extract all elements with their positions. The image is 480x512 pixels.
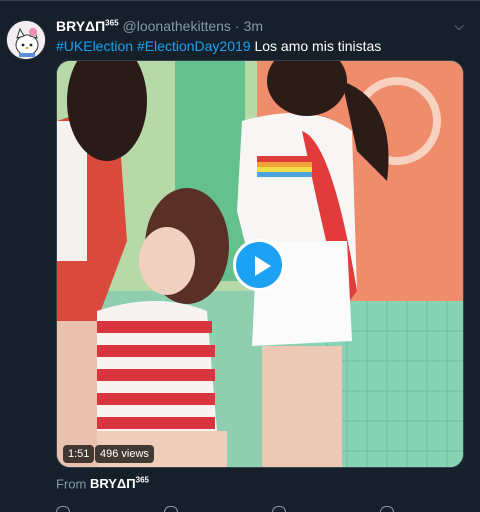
play-icon[interactable] — [233, 239, 285, 291]
chevron-down-icon[interactable]: ⌵ — [454, 18, 464, 34]
tweet-header: BRYΔП365 @loonathekittens · 3m — [56, 18, 446, 36]
like-icon[interactable] — [272, 506, 286, 512]
video-duration-badge: 1:51 — [63, 445, 95, 463]
video-views-badge: 496 views — [95, 445, 154, 463]
tweet-actions — [56, 502, 464, 512]
avatar-image — [7, 21, 45, 59]
hashtag-electionday2019[interactable]: #ElectionDay2019 — [137, 38, 251, 54]
tweet-body: Los amo mis tinistas — [254, 38, 382, 54]
video-player[interactable]: 1:51 496 views — [56, 60, 464, 468]
author-name[interactable]: BRYΔП365 — [56, 18, 119, 34]
tweet[interactable]: BRYΔП365 @loonathekittens · 3m ⌵ #UKElec… — [0, 0, 480, 512]
from-label: From — [56, 476, 87, 492]
hashtag-ukelection[interactable]: #UKElection — [56, 38, 133, 54]
reply-icon[interactable] — [56, 506, 70, 512]
author-handle[interactable]: @loonathekittens — [123, 18, 231, 34]
from-name[interactable]: BRYΔП365 — [90, 476, 149, 491]
share-icon[interactable] — [380, 506, 394, 512]
tweet-text: #UKElection #ElectionDay2019 Los amo mis… — [56, 37, 464, 55]
avatar[interactable] — [6, 20, 46, 60]
timestamp[interactable]: 3m — [244, 18, 263, 34]
retweet-icon[interactable] — [164, 506, 178, 512]
separator-dot: · — [234, 18, 240, 34]
video-source: From BRYΔП365 — [56, 476, 149, 491]
